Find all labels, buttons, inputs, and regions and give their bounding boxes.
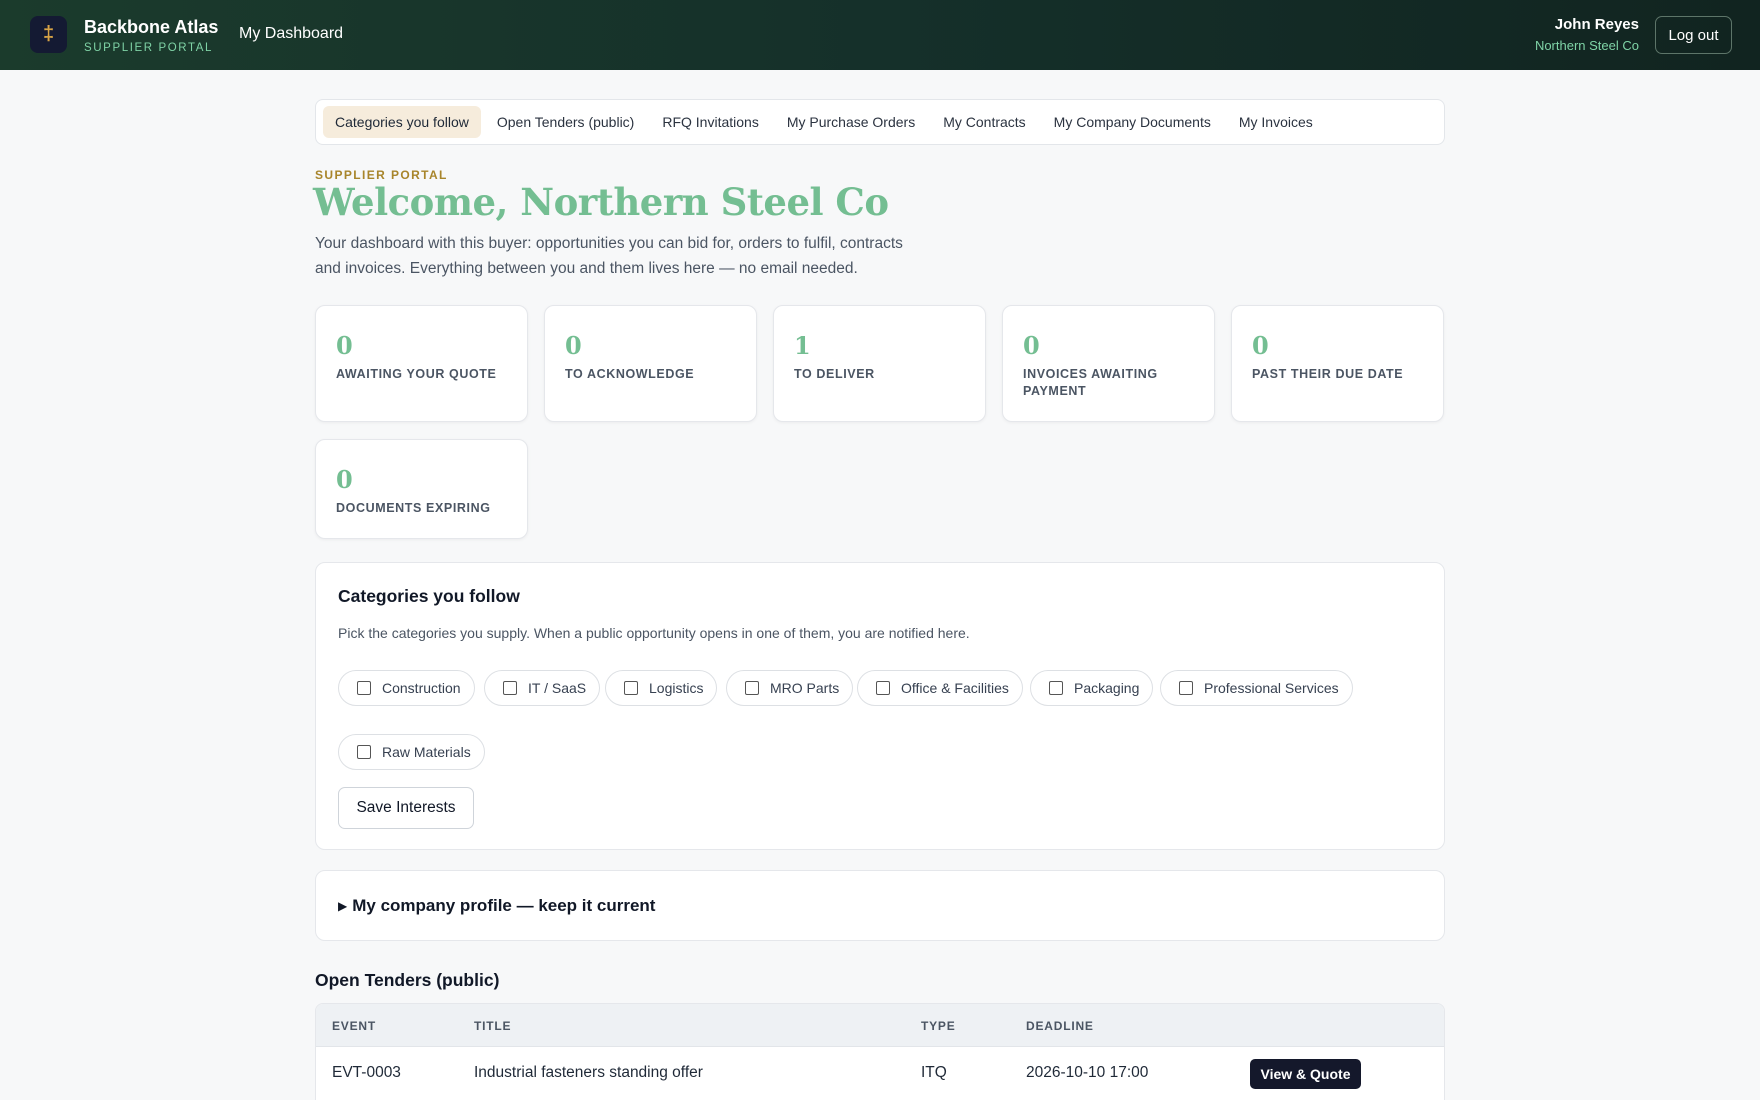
stat-value: 0 <box>336 331 353 360</box>
cell-event: EVT-0003 <box>332 1064 401 1081</box>
open-tenders-title: Open Tenders (public) <box>315 970 500 990</box>
user-company: Northern Steel Co <box>1534 38 1639 53</box>
table-header: EVENT TITLE TYPE DEADLINE <box>316 1004 1444 1047</box>
checkbox[interactable] <box>503 681 517 695</box>
stat-value: 0 <box>565 331 582 360</box>
chip-label: IT / SaaS <box>528 680 587 696</box>
stat-value: 0 <box>336 465 353 494</box>
chip-label: Construction <box>382 680 461 696</box>
column-header-deadline: DEADLINE <box>1026 1019 1094 1033</box>
page-title: Welcome, Northern Steel Co <box>313 180 889 224</box>
open-tenders-table: EVENT TITLE TYPE DEADLINE EVT-0003 Indus… <box>315 1003 1445 1100</box>
checkbox[interactable] <box>745 681 759 695</box>
stat-label: TO ACKNOWLEDGE <box>565 367 695 381</box>
tab-categories[interactable]: Categories you follow <box>323 106 481 138</box>
chip-label: MRO Parts <box>770 680 840 696</box>
cell-title: Industrial fasteners standing offer <box>474 1064 703 1081</box>
stat-label: AWAITING YOUR QUOTE <box>336 367 497 381</box>
logo-icon[interactable]: ‡ <box>30 16 67 53</box>
tab-invoices[interactable]: My Invoices <box>1227 106 1325 138</box>
tab-company-documents[interactable]: My Company Documents <box>1042 106 1223 138</box>
checkbox[interactable] <box>876 681 890 695</box>
stat-value: 0 <box>1252 331 1269 360</box>
category-chip-mro-parts[interactable]: MRO Parts <box>726 670 854 706</box>
chip-label: Logistics <box>649 680 704 696</box>
column-header-event: EVENT <box>332 1019 377 1033</box>
logout-button[interactable]: Log out <box>1655 16 1732 54</box>
stat-label: TO DELIVER <box>794 367 875 381</box>
tab-rfq-invitations[interactable]: RFQ Invitations <box>650 106 770 138</box>
checkbox[interactable] <box>1179 681 1193 695</box>
checkbox[interactable] <box>357 745 371 759</box>
cell-type: ITQ <box>921 1064 947 1081</box>
category-chip-packaging[interactable]: Packaging <box>1030 670 1154 706</box>
checkbox[interactable] <box>624 681 638 695</box>
chip-label: Packaging <box>1074 680 1140 696</box>
brand-name: Backbone Atlas <box>84 17 219 37</box>
tab-contracts[interactable]: My Contracts <box>931 106 1037 138</box>
category-chip-office-facilities[interactable]: Office & Facilities <box>857 670 1023 706</box>
category-chip-raw-materials[interactable]: Raw Materials <box>338 734 485 770</box>
company-profile-title: My company profile — keep it current <box>352 896 656 915</box>
category-chip-professional-services[interactable]: Professional Services <box>1160 670 1353 706</box>
stat-label: PAST THEIR DUE DATE <box>1252 367 1404 381</box>
categories-title: Categories you follow <box>338 586 520 606</box>
stat-card-awaiting-quote[interactable]: 0 AWAITING YOUR QUOTE <box>315 305 528 422</box>
categories-description: Pick the categories you supply. When a p… <box>338 625 970 641</box>
tab-purchase-orders[interactable]: My Purchase Orders <box>775 106 927 138</box>
category-chip-logistics[interactable]: Logistics <box>605 670 718 706</box>
company-profile-toggle[interactable]: ▶ My company profile — keep it current <box>338 896 655 916</box>
category-chip-it-saas[interactable]: IT / SaaS <box>484 670 601 706</box>
cell-deadline: 2026-10-10 17:00 <box>1026 1064 1149 1081</box>
disclosure-triangle-icon: ▶ <box>338 899 348 913</box>
chip-label: Office & Facilities <box>901 680 1009 696</box>
column-header-title: TITLE <box>474 1019 512 1033</box>
stat-value: 1 <box>794 331 811 360</box>
tab-bar: Categories you follow Open Tenders (publ… <box>315 99 1445 145</box>
page-description: Your dashboard with this buyer: opportun… <box>315 235 903 277</box>
view-quote-button[interactable]: View & Quote <box>1250 1059 1361 1089</box>
stat-card-to-deliver[interactable]: 1 TO DELIVER <box>773 305 986 422</box>
tab-open-tenders[interactable]: Open Tenders (public) <box>485 106 646 138</box>
stat-label: DOCUMENTS EXPIRING <box>336 501 491 515</box>
brand-subtitle: SUPPLIER PORTAL <box>84 42 214 54</box>
chip-label: Raw Materials <box>382 744 471 760</box>
user-name: John Reyes <box>1554 16 1639 33</box>
checkbox[interactable] <box>1049 681 1063 695</box>
stat-card-invoices-awaiting-payment[interactable]: 0 INVOICES AWAITING PAYMENT <box>1002 305 1215 422</box>
stat-card-to-acknowledge[interactable]: 0 TO ACKNOWLEDGE <box>544 305 757 422</box>
categories-panel: Categories you follow Pick the categorie… <box>315 562 1445 850</box>
column-header-type: TYPE <box>921 1019 956 1033</box>
top-bar: ‡ Backbone Atlas SUPPLIER PORTAL My Dash… <box>0 0 1760 70</box>
stat-label: INVOICES AWAITING PAYMENT <box>1023 367 1158 398</box>
stat-value: 0 <box>1023 331 1040 360</box>
save-interests-button[interactable]: Save Interests <box>338 787 474 829</box>
my-dashboard-link[interactable]: My Dashboard <box>239 25 343 43</box>
category-chip-construction[interactable]: Construction <box>338 670 475 706</box>
stat-card-documents-expiring[interactable]: 0 DOCUMENTS EXPIRING <box>315 439 528 539</box>
checkbox[interactable] <box>357 681 371 695</box>
stat-card-past-due[interactable]: 0 PAST THEIR DUE DATE <box>1231 305 1444 422</box>
company-profile-panel[interactable]: ▶ My company profile — keep it current <box>315 870 1445 941</box>
chip-label: Professional Services <box>1204 680 1339 696</box>
